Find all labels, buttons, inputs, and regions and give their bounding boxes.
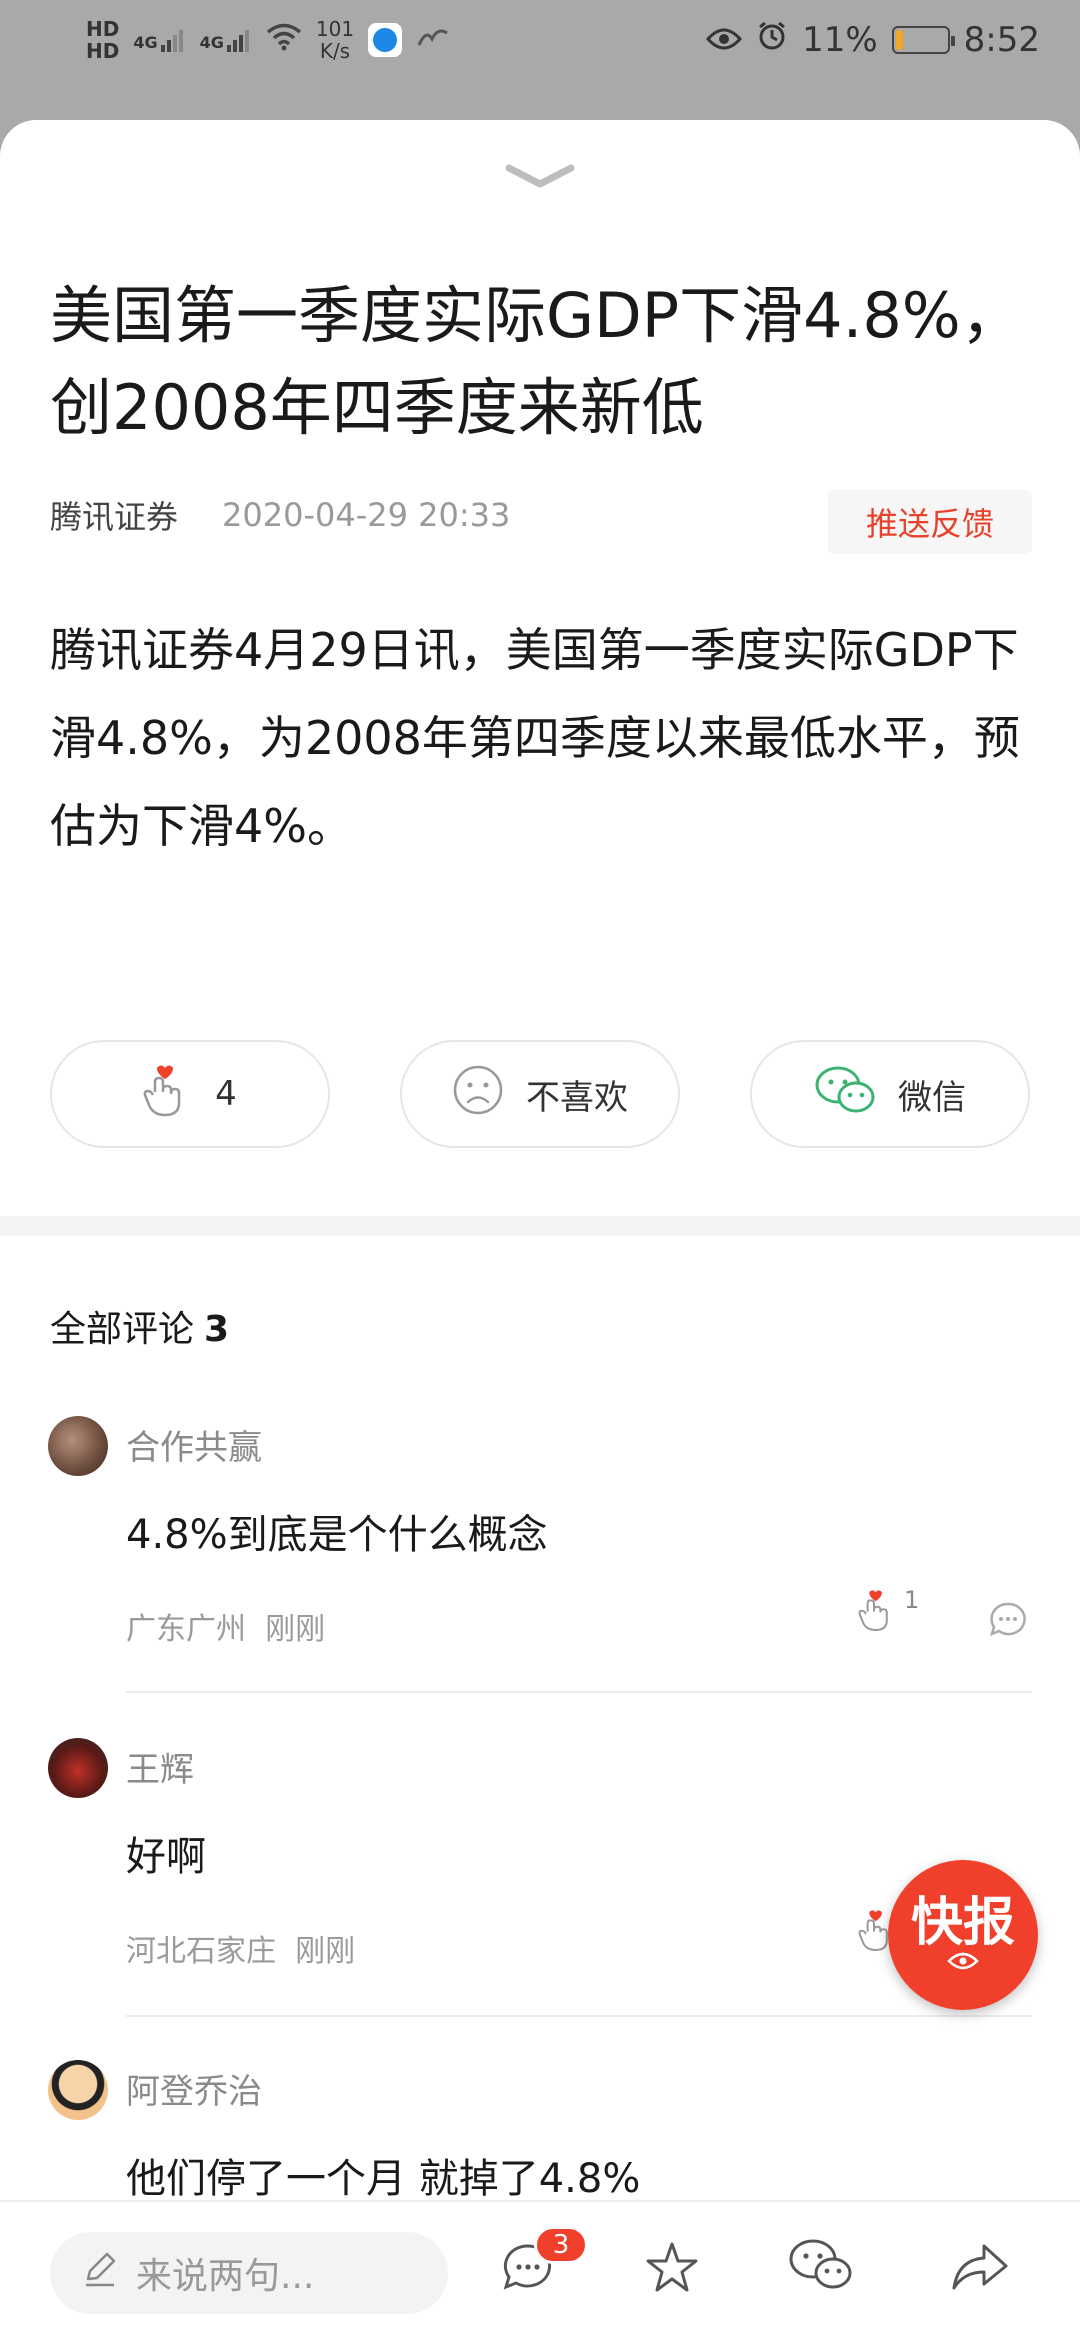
push-feedback-button[interactable]: 推送反馈	[828, 490, 1032, 554]
share-forward-icon[interactable]	[950, 2238, 1010, 2298]
xuexi-notification-icon	[416, 20, 450, 60]
avatar[interactable]	[48, 2060, 108, 2120]
pencil-icon	[80, 2249, 120, 2298]
comment-author[interactable]: 合作共赢	[126, 1420, 262, 1469]
article-body: 腾讯证券4月29日讯，美国第一季度实际GDP下滑4.8%，为2008年第四季度以…	[50, 623, 1020, 853]
kuaibao-label: 快报	[910, 1893, 1015, 1953]
comment-text: 他们停了一个月 就掉了4.8%	[126, 2156, 641, 2202]
comment-time: 刚刚	[265, 1612, 326, 1647]
comment-input-placeholder: 来说两句...	[136, 2256, 315, 2297]
comment-divider	[126, 2015, 1032, 2017]
wechat-share-button[interactable]: 微信	[750, 1040, 1030, 1148]
hd-indicators: HD HD	[86, 19, 119, 61]
reply-bubble-icon[interactable]	[988, 1600, 1028, 1644]
avatar[interactable]	[48, 1416, 108, 1476]
comment-like-button[interactable]: 1	[858, 1586, 919, 1634]
finger-heart-icon	[143, 1062, 193, 1127]
hd-indicator-1: HD	[86, 17, 120, 41]
avatar[interactable]	[48, 1738, 108, 1798]
signal-icon-1: 4G	[133, 27, 185, 53]
eye-comfort-icon	[706, 20, 743, 60]
comment-author[interactable]: 王辉	[126, 1742, 194, 1791]
status-right: 11% 8:52	[706, 20, 1040, 61]
comment-input[interactable]: 来说两句...	[50, 2232, 448, 2314]
signal-icon-2: 4G	[200, 27, 252, 53]
comment-text: 好啊	[126, 1834, 206, 1880]
dislike-button[interactable]: 不喜欢	[400, 1040, 680, 1148]
article-meta: 腾讯证券 2020-04-29 20:33	[50, 492, 510, 538]
star-icon[interactable]	[642, 2238, 702, 2302]
alarm-icon	[756, 20, 788, 61]
article-actions: 4 不喜欢 微信	[50, 1040, 1030, 1148]
wechat-label: 微信	[898, 1077, 966, 1118]
kuaibao-float-button[interactable]: 快报	[888, 1860, 1038, 2010]
battery-icon	[891, 26, 955, 54]
network-type-2: 4G	[199, 33, 224, 52]
collapse-chevron-icon[interactable]	[505, 162, 575, 192]
app-notification-icon	[368, 23, 403, 57]
bottom-bar: 来说两句... 3	[0, 2200, 1080, 2340]
comment-text: 4.8%到底是个什么概念	[126, 1512, 548, 1558]
comment-location-time: 河北石家庄 刚刚	[126, 1926, 355, 1970]
wechat-share-icon[interactable]	[788, 2238, 854, 2298]
like-count: 4	[215, 1074, 237, 1114]
dislike-label: 不喜欢	[526, 1077, 628, 1118]
hd-indicator-2: HD	[86, 39, 120, 63]
speed-unit: K/s	[319, 39, 351, 63]
comments-count: 3	[204, 1309, 230, 1350]
wechat-icon	[814, 1065, 876, 1124]
comment-author[interactable]: 阿登乔治	[126, 2064, 262, 2113]
network-type-1: 4G	[133, 33, 158, 52]
speed-value: 101	[315, 17, 355, 41]
article-sheet: 美国第一季度实际GDP下滑4.8%，创2008年四季度来新低 腾讯证券 2020…	[0, 120, 1080, 2340]
clock: 8:52	[963, 20, 1040, 60]
battery-percentage: 11%	[802, 20, 878, 60]
kuaibao-eye-icon	[946, 1951, 980, 1975]
wifi-icon	[266, 20, 302, 60]
comment-location: 广东广州	[126, 1612, 246, 1647]
status-bar: HD HD 4G 4G 101 K/s 11% 8:52	[0, 0, 1080, 80]
comment-time: 刚刚	[295, 1934, 356, 1969]
battery-level	[895, 30, 904, 50]
comments-header: 全部评论 3	[50, 1300, 229, 1352]
comment-location-time: 广东广州 刚刚	[126, 1604, 325, 1648]
comment-location: 河北石家庄	[126, 1934, 276, 1969]
article-time: 2020-04-29 20:33	[222, 496, 511, 534]
like-button[interactable]: 4	[50, 1040, 330, 1148]
article-title: 美国第一季度实际GDP下滑4.8%，创2008年四季度来新低	[50, 279, 1023, 444]
sad-face-icon	[452, 1064, 504, 1125]
comment-divider	[126, 1691, 1032, 1693]
comment-count-badge: 3	[534, 2226, 588, 2264]
article-source[interactable]: 腾讯证券	[50, 492, 178, 538]
section-divider	[0, 1216, 1080, 1236]
comments-header-label: 全部评论	[50, 1309, 195, 1350]
status-left: HD HD 4G 4G 101 K/s	[86, 18, 450, 62]
comment-like-count: 1	[904, 1586, 920, 1614]
network-speed: 101 K/s	[316, 18, 354, 62]
